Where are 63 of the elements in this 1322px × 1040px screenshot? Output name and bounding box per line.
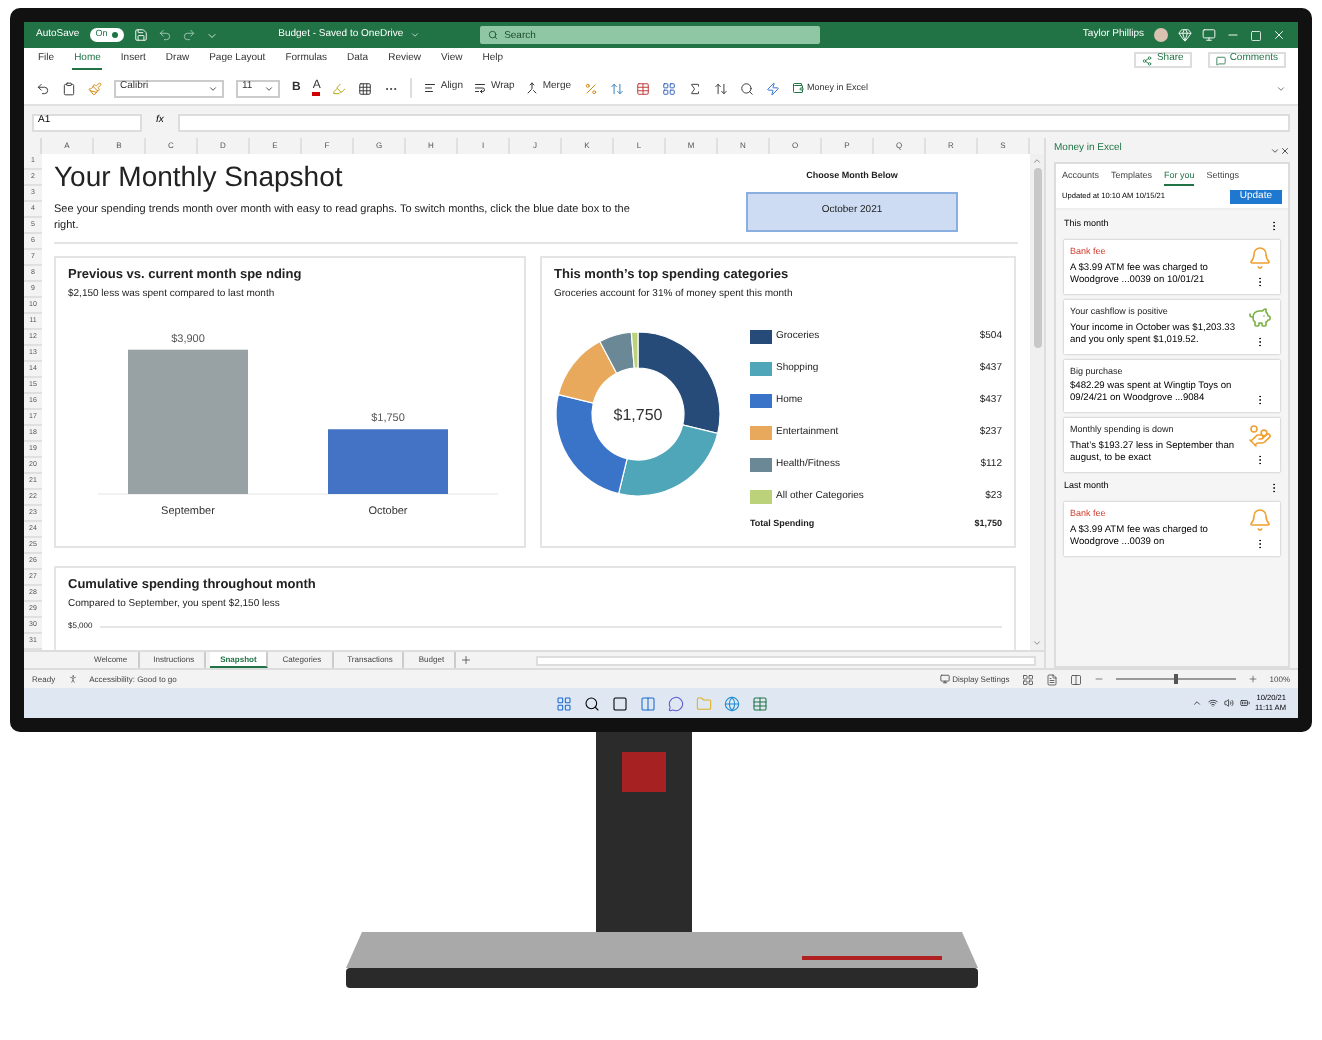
scroll-down-icon[interactable] <box>1032 638 1042 648</box>
widgets-icon[interactable] <box>639 695 655 711</box>
formula-input[interactable] <box>177 113 1290 131</box>
task-view-icon[interactable] <box>611 695 627 711</box>
horizontal-scrollbar[interactable] <box>536 655 1036 665</box>
chat-icon[interactable] <box>667 695 683 711</box>
paste-icon[interactable] <box>62 81 76 95</box>
sheet-title: Your Monthly Snapshot <box>54 158 345 194</box>
find-icon[interactable] <box>739 81 754 95</box>
decimal-icon[interactable] <box>609 81 624 95</box>
caret-icon[interactable] <box>1270 145 1280 155</box>
merge-icon <box>526 82 539 94</box>
add-sheet-icon[interactable] <box>460 654 473 666</box>
caret-icon <box>264 83 274 93</box>
normal-view-icon[interactable] <box>1021 673 1034 685</box>
lightning-icon[interactable] <box>765 81 780 95</box>
customize-icon[interactable] <box>205 29 218 41</box>
zoom-in-icon[interactable] <box>1247 674 1258 684</box>
start-icon[interactable] <box>555 695 571 711</box>
jar-icon <box>1248 305 1272 330</box>
redo-icon[interactable] <box>181 28 196 42</box>
maximize-icon[interactable] <box>1250 29 1262 41</box>
number-format-icon[interactable] <box>583 81 598 95</box>
wifi-icon[interactable] <box>1207 698 1218 708</box>
undo-icon[interactable] <box>36 81 50 95</box>
zoom-thumb[interactable] <box>1173 674 1178 684</box>
page-layout-icon[interactable] <box>1045 673 1058 685</box>
tray-caret-icon[interactable] <box>1191 698 1202 708</box>
bell-icon <box>1248 246 1272 270</box>
browser-icon[interactable] <box>723 695 739 711</box>
monitor-icon <box>940 674 951 684</box>
save-icon[interactable] <box>133 28 148 42</box>
table-icon[interactable] <box>661 81 676 95</box>
bell-icon <box>1248 508 1272 532</box>
search-icon[interactable] <box>583 695 599 711</box>
speaker-icon[interactable] <box>1223 698 1234 708</box>
accessibility-icon[interactable] <box>67 674 78 684</box>
screen-icon[interactable] <box>1202 28 1216 42</box>
donut-slice <box>618 424 719 498</box>
avatar <box>1154 28 1168 42</box>
align-icon <box>424 82 437 94</box>
conditional-format-icon[interactable] <box>635 81 650 95</box>
sort-icon[interactable] <box>713 81 728 95</box>
page-break-icon[interactable] <box>1069 673 1082 685</box>
sum-icon[interactable] <box>687 81 702 95</box>
borders-icon[interactable] <box>358 81 373 95</box>
wrap-icon <box>474 82 487 94</box>
paintbrush-icon[interactable] <box>88 81 102 95</box>
battery-icon[interactable] <box>1239 698 1250 708</box>
share-icon <box>1142 55 1153 65</box>
diamond-icon[interactable] <box>1178 28 1192 42</box>
chart-bar <box>328 429 448 495</box>
spreadsheet-app-icon[interactable] <box>751 695 767 711</box>
collapse-icon[interactable] <box>1276 83 1286 93</box>
wallet-icon <box>791 82 804 94</box>
minimize-icon[interactable] <box>1226 28 1240 42</box>
caret-icon <box>208 83 218 93</box>
search-icon <box>488 30 499 40</box>
donut-center-total: $1,750 <box>613 406 663 425</box>
comment-icon <box>1215 55 1226 65</box>
coin-hand-icon <box>1248 424 1272 449</box>
scroll-up-icon[interactable] <box>1032 156 1042 166</box>
vertical-scrollbar[interactable] <box>1030 154 1044 650</box>
